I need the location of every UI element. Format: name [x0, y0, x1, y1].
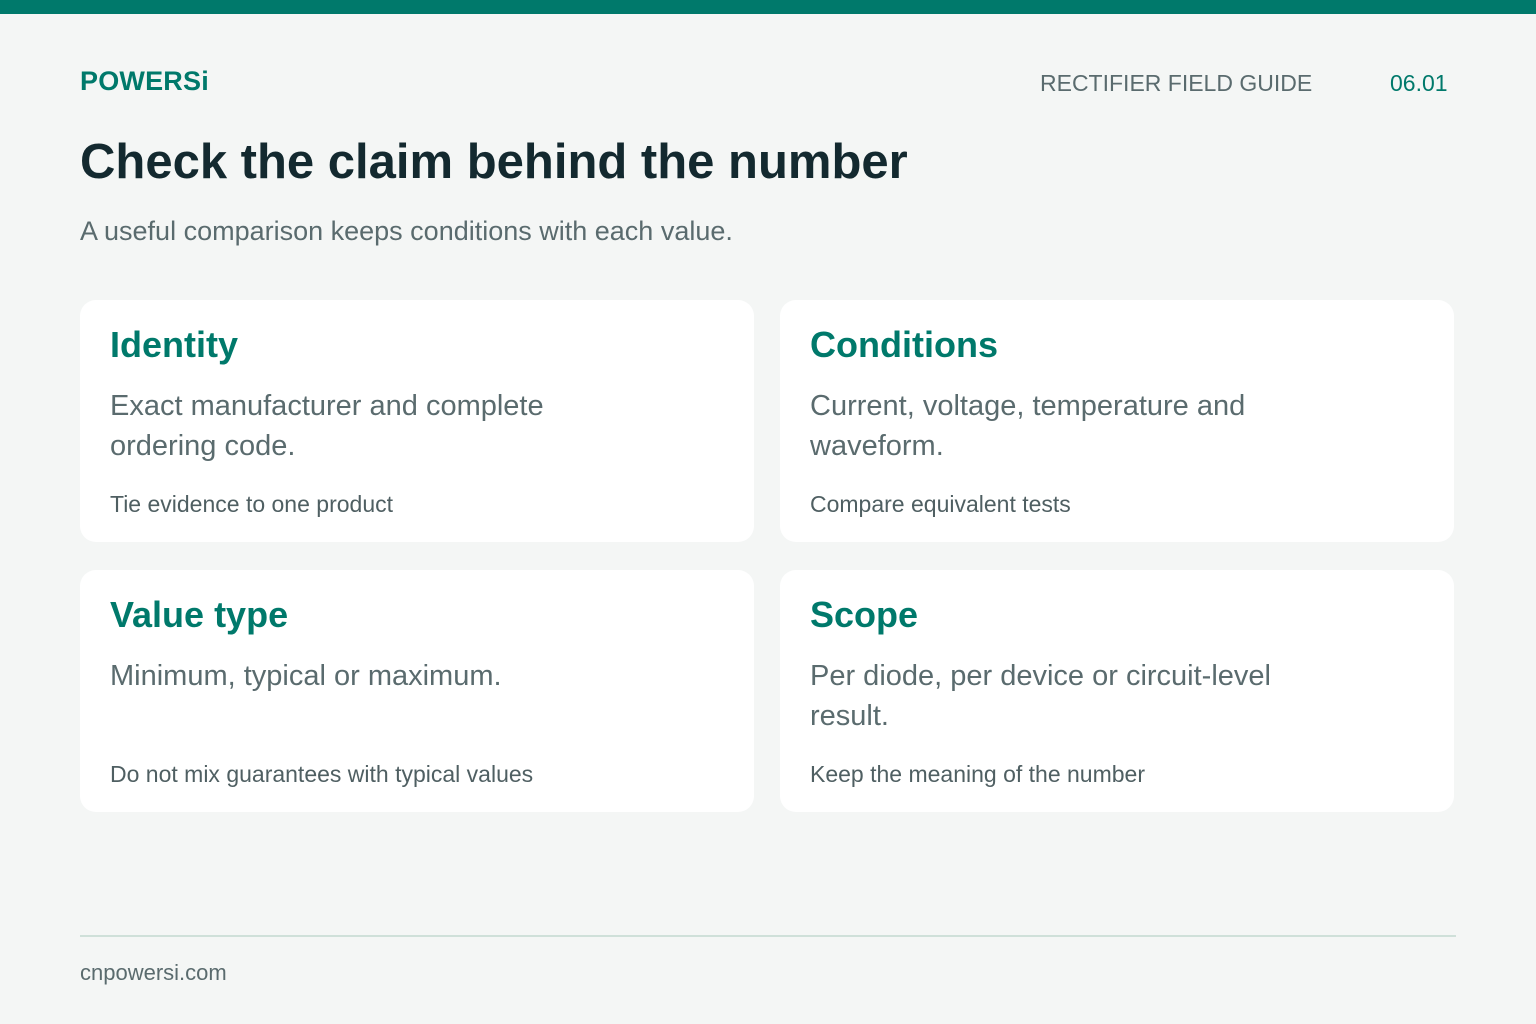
card-note: Compare equivalent tests: [810, 491, 1071, 517]
card-description: Per diode, per device or circuit-level r…: [810, 660, 1271, 732]
card-title: Conditions: [810, 324, 998, 365]
page-number: 06.01: [1390, 70, 1448, 96]
card-description: Minimum, typical or maximum.: [110, 660, 502, 692]
footer-url: cnpowersi.com: [80, 960, 227, 985]
card-title: Scope: [810, 594, 919, 635]
card-description: Current, voltage, temperature and wavefo…: [810, 390, 1246, 462]
guide-label: RECTIFIER FIELD GUIDE: [1040, 70, 1313, 96]
card-identity: Identity Exact manufacturer and complete…: [80, 300, 754, 542]
top-accent-bar: [0, 0, 1536, 14]
card-note: Tie evidence to one product: [110, 491, 393, 517]
page-subtitle: A useful comparison keeps conditions wit…: [80, 216, 733, 246]
card-title: Identity: [110, 324, 239, 365]
card-title: Value type: [110, 594, 289, 635]
card-note: Keep the meaning of the number: [810, 761, 1146, 787]
footer-divider: [80, 935, 1456, 937]
card-conditions: Conditions Current, voltage, temperature…: [780, 300, 1454, 542]
page-title: Check the claim behind the number: [80, 135, 908, 189]
brand-logo: POWERSi: [80, 66, 209, 96]
card-value-type: Value type Minimum, typical or maximum. …: [80, 570, 754, 812]
card-description: Exact manufacturer and complete ordering…: [110, 390, 544, 462]
card-scope: Scope Per diode, per device or circuit-l…: [780, 570, 1454, 812]
card-note: Do not mix guarantees with typical value…: [110, 761, 534, 787]
